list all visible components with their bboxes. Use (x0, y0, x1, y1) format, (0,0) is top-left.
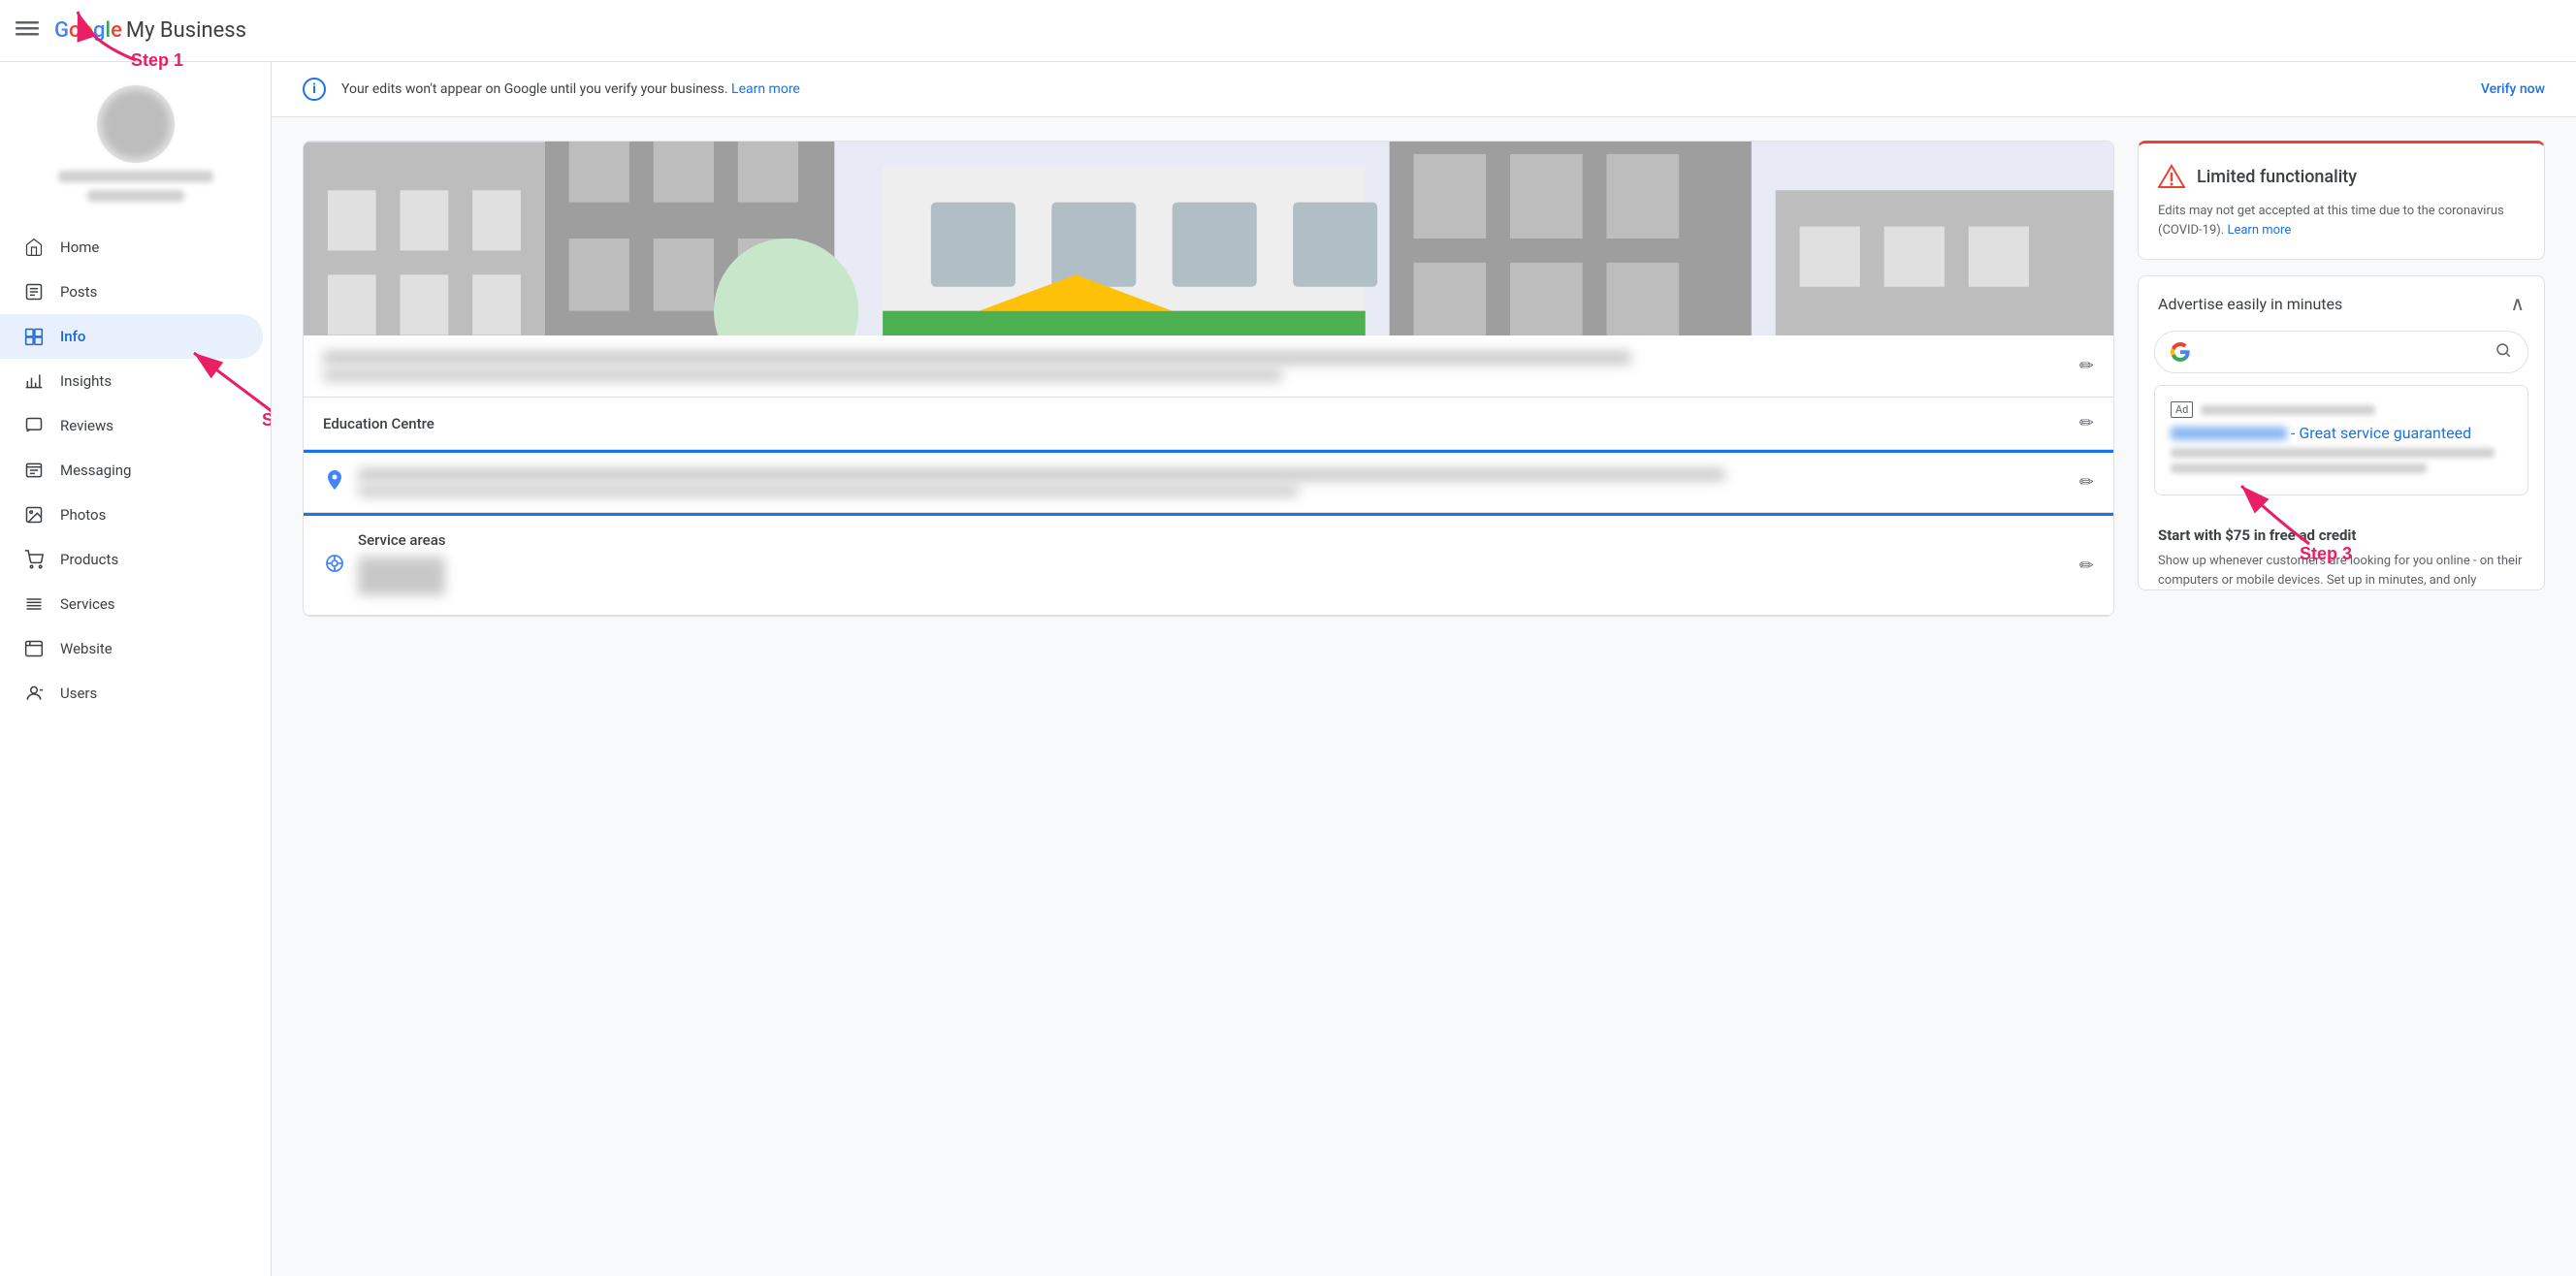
info-hero-image (304, 142, 2113, 335)
education-centre-label: Education Centre (323, 415, 2068, 432)
main-content: i Your edits won't appear on Google unti… (272, 62, 2576, 1276)
reviews-icon (23, 415, 45, 436)
business-name-row: ✏ (304, 335, 2113, 398)
ad-desc-line-2 (2171, 463, 2427, 473)
warning-triangle-icon (2158, 163, 2185, 190)
ad-headline-blurred (2171, 427, 2287, 440)
location-row: ✏ (304, 450, 2113, 513)
advertise-body: Ad - Great service guaranteed (2139, 331, 2544, 511)
free-credit-text: Show up whenever customers are looking f… (2158, 552, 2525, 590)
photos-icon (23, 504, 45, 526)
limited-functionality-card: Limited functionality Edits may not get … (2138, 141, 2545, 260)
service-areas-row: Service areas ✏ (304, 513, 2113, 616)
website-icon (23, 638, 45, 659)
location-pin-icon (323, 469, 346, 495)
verify-learn-more-link[interactable]: Learn more (731, 81, 800, 97)
ad-headline: - Great service guaranteed (2171, 424, 2512, 442)
business-name-edit-button[interactable]: ✏ (2079, 356, 2094, 376)
ad-headline-text: - Great service guaranteed (2291, 424, 2471, 442)
limited-learn-more-link[interactable]: Learn more (2227, 223, 2291, 238)
location-edit-button[interactable]: ✏ (2079, 472, 2094, 493)
free-credit-section: Start with $75 in free ad credit Show up… (2139, 511, 2544, 590)
limited-functionality-title: Limited functionality (2197, 167, 2357, 187)
profile-name (58, 171, 213, 182)
sidebar-item-insights[interactable]: Insights (0, 359, 263, 403)
sidebar-item-reviews[interactable]: Reviews (0, 403, 263, 448)
right-panel: Limited functionality Edits may not get … (2138, 141, 2545, 617)
advertise-title: Advertise easily in minutes (2158, 295, 2342, 313)
sidebar-item-posts[interactable]: Posts (0, 270, 263, 314)
sidebar-item-users[interactable]: Users (0, 671, 263, 716)
verify-now-button[interactable]: Verify now (2481, 81, 2545, 97)
sidebar-nav: Home Posts (0, 225, 271, 716)
users-icon (23, 683, 45, 704)
profile-subtitle (87, 190, 184, 202)
home-icon (23, 237, 45, 258)
free-credit-title: Start with $75 in free ad credit (2158, 526, 2525, 544)
sidebar-item-home[interactable]: Home (0, 225, 263, 270)
sidebar-item-website[interactable]: Website (0, 626, 263, 671)
ad-preview-card: Ad - Great service guaranteed (2154, 385, 2528, 495)
avatar (97, 85, 175, 163)
messaging-icon (23, 460, 45, 481)
search-icon (2495, 341, 2512, 363)
sidebar-item-products[interactable]: Products (0, 537, 263, 582)
education-centre-edit-button[interactable]: ✏ (2079, 413, 2094, 433)
content-split: ✏ Education Centre ✏ (272, 117, 2576, 640)
products-icon (23, 549, 45, 570)
sidebar-item-photos[interactable]: Photos (0, 493, 263, 537)
limited-functionality-text: Edits may not get accepted at this time … (2158, 202, 2525, 239)
services-icon (23, 593, 45, 615)
sidebar-item-services[interactable]: Services (0, 582, 263, 626)
verify-banner-text: Your edits won't appear on Google until … (341, 81, 2465, 97)
advertise-card: Advertise easily in minutes ∧ (2138, 275, 2545, 590)
app-header: Google My Business Step 1 (0, 0, 2576, 62)
app-logo: Google My Business (54, 18, 246, 43)
info-circle-icon: i (303, 78, 326, 101)
sidebar-item-messaging[interactable]: Messaging (0, 448, 263, 493)
ad-label-row: Ad (2171, 401, 2512, 418)
sidebar: Home Posts (0, 62, 272, 1276)
business-category-row: Education Centre ✏ (304, 398, 2113, 450)
ad-desc-line-1 (2171, 448, 2495, 458)
google-g-logo (2171, 342, 2190, 362)
advertise-collapse-button[interactable]: ∧ (2510, 292, 2525, 315)
ad-tag: Ad (2171, 401, 2193, 418)
advertise-header: Advertise easily in minutes ∧ (2139, 276, 2544, 331)
ad-url-blurred (2201, 405, 2375, 415)
info-card: ✏ Education Centre ✏ (303, 141, 2114, 617)
menu-icon[interactable] (16, 16, 39, 45)
info-nav-icon (23, 326, 45, 347)
insights-icon (23, 370, 45, 392)
service-areas-label: Service areas (358, 531, 2068, 549)
posts-icon (23, 281, 45, 303)
verify-banner: i Your edits won't appear on Google unti… (272, 62, 2576, 117)
sidebar-item-info[interactable]: Info (0, 314, 263, 359)
sidebar-profile (0, 70, 271, 225)
service-areas-icon (323, 554, 346, 578)
service-areas-edit-button[interactable]: ✏ (2079, 556, 2094, 576)
app-layout: Home Posts (0, 62, 2576, 1276)
google-search-preview (2154, 331, 2528, 373)
